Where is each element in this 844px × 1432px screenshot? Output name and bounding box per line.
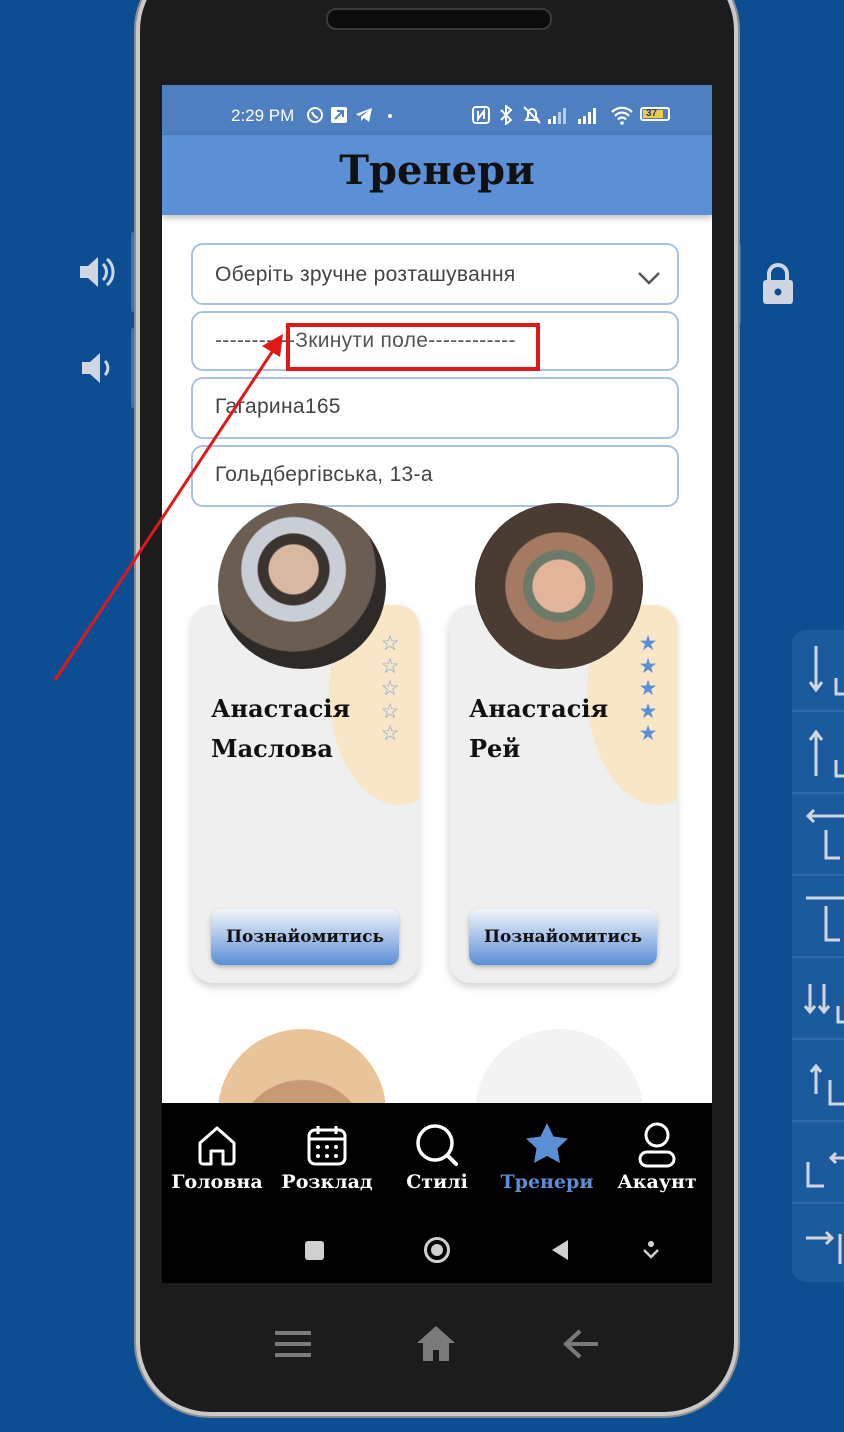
home-hardware-icon[interactable] xyxy=(415,1323,457,1368)
back-arrow-icon[interactable] xyxy=(562,1328,600,1365)
menu-icon[interactable] xyxy=(274,1330,312,1363)
annotation-arrow xyxy=(53,334,283,681)
